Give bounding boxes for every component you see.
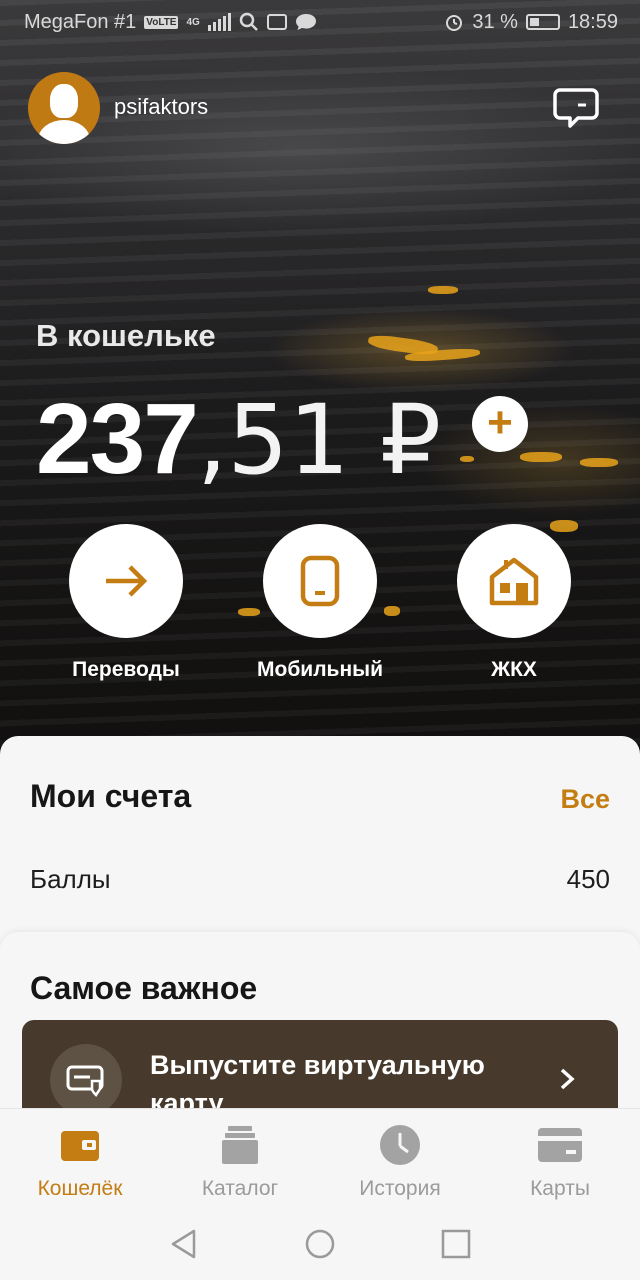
network-type: 4G bbox=[186, 16, 200, 28]
nav-wallet[interactable]: Кошелёк bbox=[0, 1125, 160, 1201]
recents-icon[interactable] bbox=[440, 1228, 472, 1260]
home-icon[interactable] bbox=[304, 1228, 336, 1260]
important-title: Самое важное bbox=[30, 970, 258, 1006]
all-accounts-link[interactable]: Все bbox=[560, 784, 610, 815]
utilities-button[interactable]: ЖКХ bbox=[434, 524, 594, 682]
chat-bubble-icon[interactable] bbox=[552, 86, 600, 130]
signal-icon bbox=[207, 13, 231, 31]
clock-time: 18:59 bbox=[567, 10, 618, 33]
username[interactable]: psifaktors bbox=[114, 94, 208, 120]
mail-icon bbox=[266, 14, 287, 30]
nav-wallet-label: Кошелёк bbox=[37, 1177, 123, 1200]
plus-icon: + bbox=[487, 398, 513, 447]
clock-icon bbox=[380, 1125, 420, 1165]
nav-catalog-label: Каталог bbox=[201, 1177, 279, 1200]
points-label[interactable]: Баллы bbox=[30, 864, 111, 895]
mobile-label: Мобильный bbox=[257, 658, 383, 681]
transfers-label: Переводы bbox=[72, 658, 180, 681]
top-up-button[interactable]: + bbox=[472, 396, 528, 452]
back-icon[interactable] bbox=[168, 1228, 200, 1260]
search-icon bbox=[239, 12, 258, 31]
house-icon bbox=[489, 557, 539, 606]
nav-history-label: История bbox=[359, 1177, 441, 1200]
nav-history[interactable]: История bbox=[320, 1125, 480, 1201]
wallet-label: В кошельке bbox=[36, 318, 216, 353]
wallet-balance: 237,51 ₽ bbox=[36, 382, 441, 497]
card-icon bbox=[538, 1128, 582, 1162]
status-bar: MegaFon #1 VoLTE 4G 31 % 18:59 bbox=[0, 0, 640, 44]
accounts-title: Мои счета bbox=[30, 778, 192, 814]
battery-percent: 31 % bbox=[472, 10, 518, 33]
message-icon bbox=[295, 14, 316, 30]
nav-cards-label: Карты bbox=[530, 1177, 590, 1200]
catalog-icon bbox=[222, 1126, 258, 1164]
bottom-navigation: Кошелёк Каталог История Карты bbox=[0, 1108, 640, 1208]
utilities-label: ЖКХ bbox=[491, 658, 537, 681]
nav-catalog[interactable]: Каталог bbox=[160, 1125, 320, 1201]
alarm-icon bbox=[446, 15, 463, 31]
nav-cards[interactable]: Карты bbox=[480, 1125, 640, 1201]
carrier-name: MegaFon #1 bbox=[24, 10, 137, 33]
volte-indicator: VoLTE bbox=[144, 15, 179, 29]
arrow-right-icon bbox=[106, 565, 148, 597]
balance-fraction: ,51 ₽ bbox=[196, 384, 442, 496]
accounts-card: Мои счета Все Баллы 450 bbox=[0, 736, 640, 956]
virtual-card-icon bbox=[50, 1044, 122, 1116]
chevron-right-icon bbox=[560, 1068, 575, 1090]
battery-icon bbox=[525, 14, 560, 30]
avatar[interactable] bbox=[28, 72, 100, 144]
mobile-button[interactable]: Мобильный bbox=[240, 524, 400, 682]
mobile-phone-icon bbox=[300, 555, 340, 607]
wallet-icon bbox=[61, 1131, 99, 1161]
points-value: 450 bbox=[566, 864, 610, 894]
transfers-button[interactable]: Переводы bbox=[46, 524, 206, 682]
balance-integer: 237 bbox=[36, 383, 199, 495]
system-navigation-bar bbox=[0, 1208, 640, 1280]
